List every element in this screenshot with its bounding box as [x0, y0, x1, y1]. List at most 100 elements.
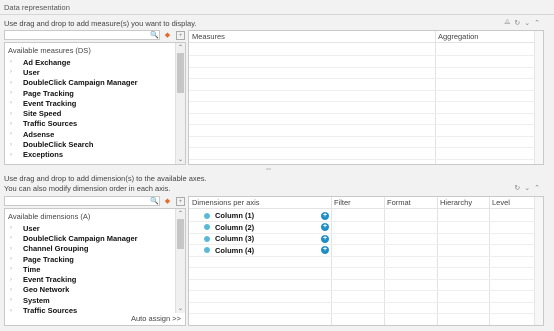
grid-divider — [437, 197, 438, 325]
add-dimension-icon[interactable]: + — [321, 223, 329, 231]
chevron-right-icon[interactable]: › — [5, 235, 23, 241]
list-item[interactable]: › Exceptions — [5, 150, 185, 160]
chevron-right-icon[interactable]: › — [5, 256, 23, 262]
list-item[interactable]: › System — [5, 295, 185, 305]
dimensions-search-input[interactable] — [4, 196, 160, 206]
grid-row-line — [189, 55, 543, 56]
clear-filter-icon[interactable]: ◆ — [163, 196, 172, 205]
chevron-right-icon[interactable]: › — [5, 111, 23, 117]
list-item[interactable]: › Time — [5, 264, 185, 274]
measures-instruction: Use drag and drop to add measure(s) you … — [4, 19, 197, 28]
list-item-label: Event Tracking — [23, 275, 77, 285]
axis-label: Column (3) — [215, 234, 255, 243]
grid-row-line — [189, 158, 543, 160]
grid-row-line — [189, 313, 543, 314]
add-dimension-icon[interactable]: + — [321, 211, 329, 220]
available-measures-title: Available measures (DS) — [8, 46, 91, 55]
grid-divider — [435, 31, 436, 164]
chevron-right-icon[interactable]: › — [5, 100, 23, 106]
dimensions-scrollbar[interactable]: ⌃ ⌄ — [175, 209, 185, 313]
filter-icon[interactable]: ⨺ — [504, 19, 510, 27]
grid-row-line — [189, 147, 543, 148]
chevron-right-icon[interactable]: › — [5, 90, 23, 96]
chevron-down-icon[interactable]: ⌄ — [524, 19, 530, 27]
list-item[interactable]: › Geo Network — [5, 285, 185, 295]
measures-grid-scrollbar[interactable] — [534, 31, 543, 164]
list-item[interactable]: › Ad Exchange — [5, 57, 185, 67]
list-item[interactable]: › Event Tracking — [5, 274, 185, 284]
chevron-right-icon[interactable]: › — [5, 121, 23, 127]
dimensions-instruction-1: Use drag and drop to add dimension(s) to… — [4, 174, 207, 183]
chevron-right-icon[interactable]: › — [5, 287, 23, 293]
dimensions-grid[interactable]: Dimensions per axis Filter Format Hierar… — [188, 196, 544, 326]
axis-label: Column (2) — [215, 222, 255, 232]
list-item-label: Time — [23, 264, 41, 274]
chevron-right-icon[interactable]: › — [5, 59, 23, 65]
clear-filter-icon[interactable]: ◆ — [163, 30, 172, 39]
chevron-right-icon[interactable]: › — [5, 246, 23, 252]
list-item[interactable]: › Site Speed — [5, 108, 185, 118]
list-item-label: Traffic Sources — [23, 306, 78, 315]
measures-scrollbar[interactable]: ⌃ ⌄ — [175, 43, 185, 164]
search-icon[interactable]: 🔍 — [150, 30, 159, 39]
scroll-down-icon[interactable]: ⌄ — [176, 305, 185, 313]
measures-search-input[interactable] — [4, 30, 160, 40]
list-item-label: User — [23, 223, 40, 233]
chevron-right-icon[interactable]: › — [5, 69, 23, 75]
list-item[interactable]: › Traffic Sources — [5, 119, 185, 129]
scroll-thumb[interactable] — [177, 53, 184, 93]
list-item-label: Traffic Sources — [23, 119, 78, 129]
grid-row-line — [189, 290, 543, 291]
axis-row[interactable]: Column (2) — [189, 222, 254, 233]
list-item-label: Event Tracking — [23, 98, 77, 108]
add-dimension-icon[interactable]: + — [321, 234, 329, 243]
scroll-thumb[interactable] — [177, 219, 184, 249]
add-dimension-icon[interactable]: + — [321, 246, 329, 254]
list-item-label: Geo Network — [23, 285, 70, 295]
auto-assign-button[interactable]: Auto assign >> — [131, 314, 181, 323]
list-item[interactable]: › Adsense — [5, 129, 185, 139]
list-item[interactable]: › Event Tracking — [5, 98, 185, 108]
refresh-icon[interactable]: ↻ — [514, 184, 520, 192]
splitter-grip[interactable]: ═ — [266, 166, 271, 173]
list-item-label: Adsense — [23, 129, 55, 139]
available-measures-list: › Ad Exchange › User › DoubleClick Campaign M… — [5, 57, 185, 160]
list-item[interactable]: › DoubleClick Campaign Manager — [5, 233, 185, 243]
chevron-right-icon[interactable]: › — [5, 308, 23, 314]
chevron-right-icon[interactable]: › — [5, 152, 23, 158]
filter-column-header: Filter — [334, 198, 351, 207]
chevron-right-icon[interactable]: › — [5, 131, 23, 137]
search-icon[interactable]: 🔍 — [150, 196, 159, 205]
axis-row[interactable]: Column (1) — [189, 210, 254, 221]
list-item[interactable]: › Page Tracking — [5, 88, 185, 98]
chevron-right-icon[interactable]: › — [5, 266, 23, 272]
axis-row[interactable]: Column (3) — [189, 233, 254, 244]
chevron-right-icon[interactable]: › — [5, 277, 23, 283]
list-item[interactable]: › User — [5, 67, 185, 77]
chevron-up-icon[interactable]: ⌃ — [534, 184, 540, 192]
axis-dot-icon — [204, 247, 210, 253]
dimensions-grid-scrollbar[interactable] — [534, 197, 543, 325]
measures-grid[interactable]: Measures Aggregation — [188, 30, 544, 165]
list-item[interactable]: › Channel Grouping — [5, 244, 185, 254]
expand-icon[interactable]: + — [176, 31, 185, 40]
chevron-right-icon[interactable]: › — [5, 297, 23, 303]
list-item[interactable]: › DoubleClick Search — [5, 139, 185, 149]
scroll-down-icon[interactable]: ⌄ — [176, 156, 185, 164]
chevron-right-icon[interactable]: › — [5, 225, 23, 231]
chevron-right-icon[interactable]: › — [5, 80, 23, 86]
list-item[interactable]: › DoubleClick Campaign Manager — [5, 78, 185, 88]
chevron-down-icon[interactable]: ⌄ — [524, 184, 530, 192]
expand-icon[interactable]: + — [176, 197, 185, 206]
list-item[interactable]: › User — [5, 223, 185, 233]
chevron-right-icon[interactable]: › — [5, 142, 23, 148]
list-item-label: Channel Grouping — [23, 244, 89, 254]
refresh-icon[interactable]: ↻ — [514, 19, 520, 27]
list-item[interactable]: › Page Tracking — [5, 254, 185, 264]
list-item-label: User — [23, 67, 40, 77]
grid-row-line — [189, 301, 543, 303]
chevron-up-icon[interactable]: ⌃ — [534, 19, 540, 27]
scroll-up-icon[interactable]: ⌃ — [176, 210, 185, 218]
axis-row[interactable]: Column (4) — [189, 245, 254, 256]
scroll-up-icon[interactable]: ⌃ — [176, 44, 185, 52]
